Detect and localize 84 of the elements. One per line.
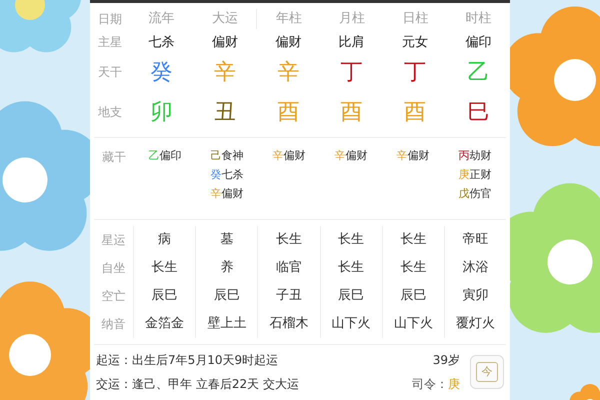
stem-glyph: 乙: [467, 58, 490, 86]
stem-glyph: 辛: [272, 148, 284, 164]
age-text: 39岁: [432, 352, 460, 369]
stem-glyph: 辛: [334, 148, 346, 164]
stem-glyph: 酉: [404, 98, 426, 126]
table-cell-text: 帝旺: [461, 231, 490, 249]
column-header: 月柱: [338, 10, 366, 28]
stem-glyph: 丑: [214, 98, 236, 126]
table-cell-text: 临官: [274, 259, 303, 277]
table-cell-text: 辰巳: [150, 287, 179, 305]
table-cell-text: 金箔金: [144, 315, 186, 333]
table-cell-text: 覆灯火: [454, 315, 496, 333]
table-cell-text: 偏印: [464, 34, 492, 52]
stem-glyph: 丙: [458, 148, 470, 164]
table-cell-text: 偏财: [274, 34, 302, 52]
table-cell-text: 偏财: [210, 34, 239, 52]
stem-glyph: 酉: [340, 98, 363, 126]
column-header: 日柱: [401, 10, 430, 28]
god-label: 七杀: [222, 167, 244, 183]
column-header: 大运: [193, 9, 258, 28]
column-header: 流年: [148, 10, 176, 28]
table-cell-text: 长生: [150, 259, 179, 277]
column-header: 时柱: [464, 10, 492, 28]
table-cell-text: 辰巳: [212, 287, 241, 305]
table-cell-text: 养: [219, 259, 234, 277]
god-label: 偏财: [346, 148, 368, 164]
start-luck-text: 起运：出生后7年5月10天9时起运: [96, 352, 280, 369]
stem-glyph: 酉: [277, 98, 300, 126]
table-cell-text: 病: [157, 231, 172, 249]
table-cell-text: 山下火: [330, 315, 372, 333]
table-cell-text: 子丑: [274, 287, 303, 305]
row-label: 空亡: [100, 288, 126, 305]
god-label: 伤官: [470, 186, 492, 202]
table-cell-text: 长生: [399, 231, 428, 249]
stem-glyph: 辛: [210, 186, 222, 202]
table-cell-text: 比肩: [338, 34, 366, 52]
table-cell-text: 辰巳: [337, 287, 366, 305]
table-cell-text: 墓: [219, 231, 234, 249]
row-label: 自坐: [100, 260, 126, 277]
stem-glyph: 辛: [396, 148, 408, 164]
stem-glyph: 癸: [150, 58, 173, 86]
table-cell-text: 石榴木: [268, 315, 310, 333]
row-label: 日期: [97, 10, 123, 28]
god-label: 正财: [470, 167, 492, 183]
god-label: 偏财: [284, 148, 306, 164]
table-cell-text: 寅卯: [461, 287, 490, 305]
stem-glyph: 己: [210, 148, 222, 164]
stem-glyph: 癸: [210, 167, 222, 183]
row-label: 地支: [97, 104, 123, 121]
god-label: 食神: [222, 148, 244, 164]
commander-stem: 庚: [448, 376, 460, 393]
column-header: 年柱: [274, 10, 303, 28]
stem-glyph: 巳: [467, 98, 490, 126]
row-label: 纳音: [100, 316, 126, 333]
today-button[interactable]: 今: [470, 355, 504, 389]
flower-drawing: [570, 384, 600, 400]
stem-glyph: 戊: [458, 186, 470, 202]
row-label: 主星: [97, 34, 123, 52]
row-label: 藏干: [101, 149, 127, 166]
table-cell-text: 元女: [400, 34, 429, 52]
table-cell-text: 辰巳: [399, 287, 428, 305]
table-cell-text: 长生: [274, 231, 303, 249]
stem-glyph: 辛: [277, 58, 300, 86]
stem-glyph: 卯: [150, 98, 173, 126]
stem-glyph: 庚: [458, 167, 470, 183]
table-cell-text: 七杀: [148, 34, 176, 52]
table-cell-text: 长生: [337, 259, 366, 277]
stem-glyph: 丁: [340, 58, 363, 86]
stem-glyph: 丁: [404, 58, 426, 86]
god-label: 偏印: [160, 148, 182, 164]
god-label: 偏财: [222, 186, 244, 202]
god-label: 偏财: [408, 148, 430, 164]
stem-glyph: 辛: [214, 58, 236, 86]
god-label: 劫财: [470, 148, 492, 164]
luck-change-text: 交运：逢己、甲年 立春后22天 交大运: [96, 376, 300, 393]
stem-glyph: 乙: [148, 148, 160, 164]
table-cell-text: 长生: [337, 231, 366, 249]
row-label: 星运: [100, 232, 126, 249]
table-cell-text: 长生: [399, 259, 428, 277]
table-cell-text: 沐浴: [461, 259, 490, 277]
table-cell-text: 壁上土: [206, 315, 248, 333]
row-label: 天干: [97, 64, 123, 81]
table-cell-text: 山下火: [392, 315, 434, 333]
commander-label: 司令：: [412, 376, 448, 393]
